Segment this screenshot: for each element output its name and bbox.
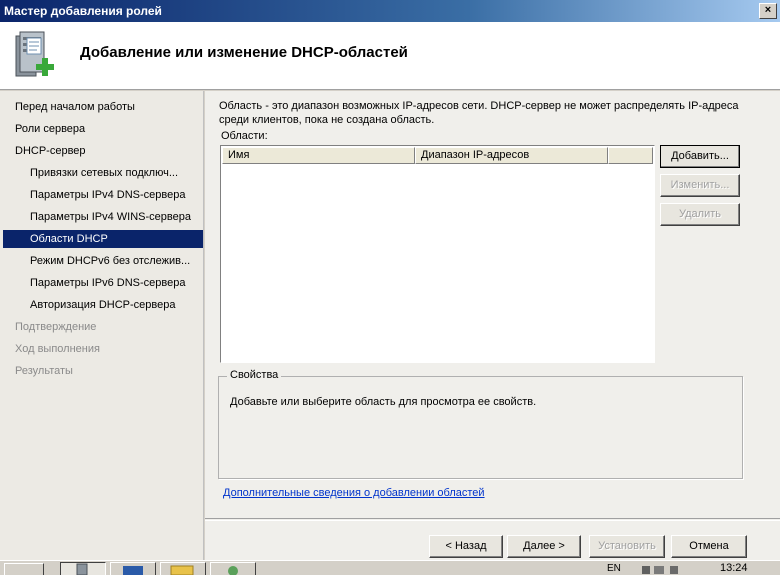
sidebar-item-dhcp-scopes[interactable]: Области DHCP bbox=[3, 230, 203, 248]
next-button[interactable]: Далее > bbox=[507, 535, 581, 558]
terminal-icon bbox=[123, 566, 143, 575]
language-indicator[interactable]: EN bbox=[607, 563, 621, 574]
add-scope-button[interactable]: Добавить... bbox=[660, 145, 740, 168]
system-tray bbox=[640, 563, 720, 575]
sidebar-item-progress: Ход выполнения bbox=[15, 343, 100, 355]
properties-groupbox: Свойства Добавьте или выберите область д… bbox=[218, 369, 743, 479]
server-icon bbox=[76, 563, 88, 575]
taskbar-app[interactable] bbox=[210, 562, 256, 575]
wizard-content: Область - это диапазон возможных IP-адре… bbox=[205, 91, 780, 518]
start-button[interactable] bbox=[4, 563, 44, 575]
tray-icons bbox=[642, 566, 678, 574]
sidebar-item-network-bindings[interactable]: Привязки сетевых подключ... bbox=[3, 164, 203, 182]
sidebar-item-dhcp-server[interactable]: DHCP-сервер bbox=[3, 142, 203, 160]
server-add-icon bbox=[15, 31, 54, 77]
wizard-sidebar: Перед началом работы Роли сервера DHCP-с… bbox=[0, 91, 204, 575]
wizard-footer: < Назад Далее > Установить Отмена bbox=[205, 518, 780, 560]
sidebar-item-dhcpv6-stateless[interactable]: Режим DHCPv6 без отслежив... bbox=[3, 252, 203, 270]
sidebar-item-ipv4-wins[interactable]: Параметры IPv4 WINS-сервера bbox=[3, 208, 203, 226]
sidebar-item-ipv4-dns[interactable]: Параметры IPv4 DNS-сервера bbox=[3, 186, 203, 204]
sidebar-item-confirmation: Подтверждение bbox=[15, 321, 97, 333]
sidebar-item-server-roles[interactable]: Роли сервера bbox=[3, 120, 203, 138]
sidebar-item-ipv6-dns[interactable]: Параметры IPv6 DNS-сервера bbox=[3, 274, 203, 292]
sidebar-item-results: Результаты bbox=[15, 365, 73, 377]
clock: 13:24 bbox=[720, 562, 748, 574]
taskbar: EN 13:24 bbox=[0, 560, 780, 575]
cancel-button[interactable]: Отмена bbox=[671, 535, 747, 558]
wizard-header: Добавление или изменение DHCP-областей bbox=[0, 22, 780, 90]
edit-scope-button[interactable]: Изменить... bbox=[660, 174, 740, 197]
intro-text: Область - это диапазон возможных IP-адре… bbox=[219, 99, 769, 127]
window-title: Мастер добавления ролей bbox=[4, 4, 162, 18]
sidebar-item-dhcp-authorization[interactable]: Авторизация DHCP-сервера bbox=[3, 296, 203, 314]
window-titlebar: Мастер добавления ролей × bbox=[0, 0, 780, 22]
sidebar-item-before-you-begin[interactable]: Перед началом работы bbox=[3, 98, 203, 116]
intro-line-1: Область - это диапазон возможных IP-адре… bbox=[219, 100, 739, 112]
close-icon[interactable]: × bbox=[759, 3, 777, 19]
taskbar-powershell[interactable] bbox=[110, 562, 156, 575]
properties-hint: Добавьте или выберите область для просмо… bbox=[230, 396, 537, 408]
intro-line-2: среди клиентов, пока не создана область. bbox=[219, 114, 435, 126]
page-title: Добавление или изменение DHCP-областей bbox=[80, 44, 408, 61]
taskbar-server-manager[interactable] bbox=[60, 562, 106, 575]
paint-icon bbox=[228, 566, 238, 575]
scopes-list[interactable]: Имя Диапазон IP-адресов bbox=[220, 145, 655, 363]
back-button[interactable]: < Назад bbox=[429, 535, 503, 558]
taskbar-explorer[interactable] bbox=[160, 562, 206, 575]
folder-icon bbox=[170, 565, 194, 575]
scopes-label: Области: bbox=[221, 130, 268, 142]
install-button[interactable]: Установить bbox=[589, 535, 665, 558]
column-header-name[interactable]: Имя bbox=[222, 147, 415, 164]
column-header-ip-range[interactable]: Диапазон IP-адресов bbox=[415, 147, 608, 164]
delete-scope-button[interactable]: Удалить bbox=[660, 203, 740, 226]
footer-divider bbox=[205, 520, 780, 521]
column-header-extra[interactable] bbox=[608, 147, 653, 164]
more-info-link[interactable]: Дополнительные сведения о добавлении обл… bbox=[223, 487, 485, 499]
properties-title: Свойства bbox=[227, 369, 282, 381]
